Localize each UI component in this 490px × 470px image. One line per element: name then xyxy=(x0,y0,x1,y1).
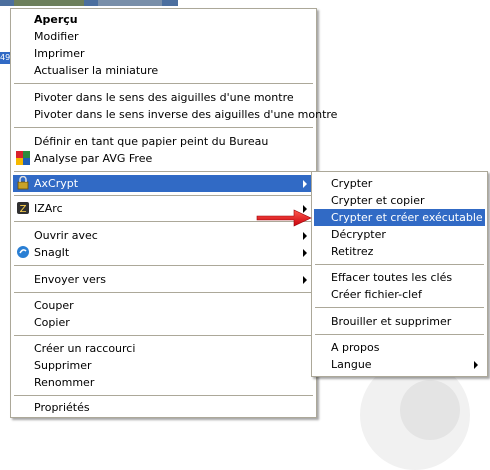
menu-item-pivoter-horaire[interactable]: Pivoter dans le sens des aiguilles d'une… xyxy=(13,89,314,106)
submenu-arrow-icon xyxy=(303,276,307,284)
menu-item-label: Copier xyxy=(34,316,70,329)
menu-item-label: Pivoter dans le sens des aiguilles d'une… xyxy=(34,91,294,104)
menu-item-label: Définir en tant que papier peint du Bure… xyxy=(34,135,269,148)
menu-item-pivoter-antihoraire[interactable]: Pivoter dans le sens inverse des aiguill… xyxy=(13,106,337,123)
submenu-item-crypter-copier[interactable]: Crypter et copier xyxy=(314,192,485,209)
menu-item-label: Ouvrir avec xyxy=(34,229,98,242)
menu-separator xyxy=(315,334,484,335)
menu-item-ouvrir-avec[interactable]: Ouvrir avec xyxy=(13,227,314,244)
menu-separator xyxy=(315,264,484,265)
menu-item-label: Couper xyxy=(34,299,74,312)
background-watermark xyxy=(400,380,460,440)
menu-item-label: Imprimer xyxy=(34,47,85,60)
menu-item-snagit[interactable]: SnagIt xyxy=(13,244,314,261)
menu-item-label: Retitrez xyxy=(331,245,374,258)
menu-item-axcrypt[interactable]: AxCrypt xyxy=(13,175,314,192)
submenu-item-decrypter[interactable]: Décrypter xyxy=(314,226,485,243)
submenu-item-creer-fichier-clef[interactable]: Créer fichier-clef xyxy=(314,286,485,303)
submenu-item-brouiller-supprimer[interactable]: Brouiller et supprimer xyxy=(314,313,485,330)
snagit-icon xyxy=(17,246,29,258)
menu-item-creer-raccourci[interactable]: Créer un raccourci xyxy=(13,340,314,357)
menu-item-modifier[interactable]: Modifier xyxy=(13,28,314,45)
menu-item-actualiser-miniature[interactable]: Actualiser la miniature xyxy=(13,62,314,79)
axcrypt-submenu: Crypter Crypter et copier Crypter et cré… xyxy=(311,171,488,377)
menu-item-label: Crypter et copier xyxy=(331,194,425,207)
menu-item-label: Propriétés xyxy=(34,401,90,414)
thumbnail-image xyxy=(98,0,162,6)
avg-icon xyxy=(16,151,30,165)
menu-item-label: Actualiser la miniature xyxy=(34,64,159,77)
submenu-item-retitrez[interactable]: Retitrez xyxy=(314,243,485,260)
menu-separator xyxy=(14,395,313,396)
thumbnail-strip xyxy=(0,0,178,6)
menu-item-imprimer[interactable]: Imprimer xyxy=(13,45,314,62)
menu-item-label: IZArc xyxy=(34,202,63,215)
menu-item-couper[interactable]: Couper xyxy=(13,297,314,314)
menu-item-label: Analyse par AVG Free xyxy=(34,152,153,165)
submenu-item-crypter[interactable]: Crypter xyxy=(314,175,485,192)
menu-separator xyxy=(14,127,313,128)
izarc-icon: Z xyxy=(17,202,29,215)
red-arrow-icon xyxy=(256,209,312,227)
menu-item-proprietes[interactable]: Propriétés xyxy=(13,399,314,416)
svg-text:Z: Z xyxy=(20,204,27,215)
menu-item-label: AxCrypt xyxy=(34,177,79,190)
submenu-item-crypter-executable[interactable]: Crypter et créer exécutable xyxy=(314,209,485,226)
menu-item-label: SnagIt xyxy=(34,246,70,259)
menu-item-label: Pivoter dans le sens inverse des aiguill… xyxy=(34,108,338,121)
menu-item-label: Aperçu xyxy=(34,13,78,26)
menu-separator xyxy=(14,83,313,84)
menu-item-label: Décrypter xyxy=(331,228,386,241)
menu-item-papier-peint[interactable]: Définir en tant que papier peint du Bure… xyxy=(13,133,314,150)
menu-item-label: Langue xyxy=(331,358,372,371)
menu-separator xyxy=(14,195,313,196)
menu-item-supprimer[interactable]: Supprimer xyxy=(13,357,314,374)
menu-item-copier[interactable]: Copier xyxy=(13,314,314,331)
menu-item-label: Envoyer vers xyxy=(34,273,106,286)
menu-item-label: Brouiller et supprimer xyxy=(331,315,452,328)
menu-item-label: Créer un raccourci xyxy=(34,342,136,355)
submenu-arrow-icon xyxy=(303,180,307,188)
menu-item-renommer[interactable]: Renommer xyxy=(13,374,314,391)
submenu-arrow-icon xyxy=(303,232,307,240)
menu-item-label: Crypter et créer exécutable xyxy=(331,211,483,224)
thumbnail-image xyxy=(14,0,84,6)
menu-item-label: Renommer xyxy=(34,376,95,389)
menu-item-label: A propos xyxy=(331,341,380,354)
submenu-arrow-icon xyxy=(474,361,478,369)
menu-item-label: Modifier xyxy=(34,30,79,43)
menu-item-label: Crypter xyxy=(331,177,373,190)
submenu-item-effacer-cles[interactable]: Effacer toutes les clés xyxy=(314,269,485,286)
menu-item-avg-scan[interactable]: Analyse par AVG Free xyxy=(13,150,314,167)
menu-item-label: Supprimer xyxy=(34,359,92,372)
submenu-item-a-propos[interactable]: A propos xyxy=(314,339,485,356)
menu-separator xyxy=(14,171,313,172)
menu-item-envoyer-vers[interactable]: Envoyer vers xyxy=(13,271,314,288)
menu-item-apercu[interactable]: Aperçu xyxy=(13,11,314,28)
menu-separator xyxy=(315,307,484,308)
menu-separator xyxy=(14,265,313,266)
submenu-arrow-icon xyxy=(303,249,307,257)
menu-item-label: Effacer toutes les clés xyxy=(331,271,453,284)
menu-separator xyxy=(14,335,313,336)
menu-separator xyxy=(14,292,313,293)
submenu-item-langue[interactable]: Langue xyxy=(314,356,485,373)
menu-item-label: Créer fichier-clef xyxy=(331,288,422,301)
axcrypt-icon xyxy=(17,176,29,190)
